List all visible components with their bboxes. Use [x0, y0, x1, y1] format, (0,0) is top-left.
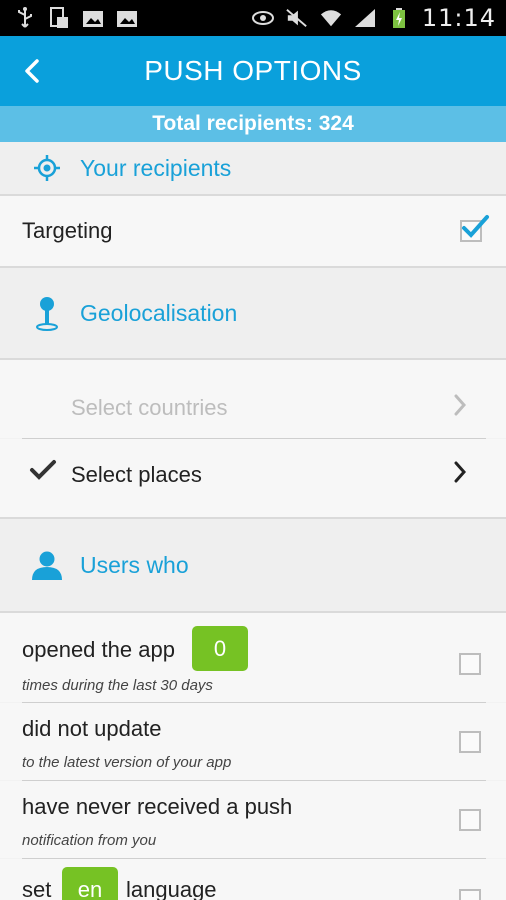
select-places-label: Select places	[71, 462, 202, 487]
condition-row-did-not-update[interactable]: did not update to the latest version of …	[0, 703, 506, 780]
checkmark-icon	[30, 460, 56, 480]
section-title: Users who	[80, 551, 189, 578]
mute-icon	[286, 7, 308, 29]
target-icon	[30, 154, 64, 182]
condition-text: have never received a push	[22, 794, 293, 819]
section-geolocalisation: Geolocalisation	[0, 268, 506, 358]
targeting-row[interactable]: Targeting	[0, 196, 506, 266]
usb-icon	[14, 7, 36, 29]
status-left-icons	[14, 7, 138, 29]
condition-subtext: notification from you	[22, 832, 157, 849]
condition-row-opened-app[interactable]: opened the app 0 times during the last 3…	[0, 613, 506, 702]
select-countries-label: Select countries	[71, 395, 228, 420]
condition-subtext: to the latest version of your app	[22, 754, 232, 771]
back-button[interactable]	[16, 55, 48, 87]
page-title: PUSH OPTIONS	[144, 55, 362, 86]
section-title: Your recipients	[80, 154, 232, 181]
condition-checkbox[interactable]	[459, 653, 481, 675]
condition-checkbox[interactable]	[459, 731, 481, 753]
total-recipients-text: Total recipients: 324	[152, 112, 354, 135]
section-your-recipients: Your recipients	[0, 142, 506, 194]
condition-row-never-received-push[interactable]: have never received a push notification …	[0, 781, 506, 858]
chevron-right-icon	[454, 461, 467, 483]
condition-subtext: times during the last 30 days	[22, 677, 213, 694]
section-users-who: Users who	[0, 519, 506, 611]
image-icon	[82, 7, 104, 29]
user-icon	[30, 550, 64, 580]
map-pin-icon	[30, 295, 64, 331]
status-time: 11:14	[421, 4, 496, 32]
condition-checkbox[interactable]	[459, 809, 481, 831]
condition-text: did not update	[22, 716, 162, 741]
condition-text-suffix: language	[126, 877, 217, 900]
select-countries-row[interactable]: Select countries	[0, 360, 506, 438]
condition-row-set-language[interactable]: set en language	[0, 859, 506, 900]
condition-text: opened the app	[22, 637, 175, 662]
image-icon	[116, 7, 138, 29]
eye-icon	[251, 7, 274, 29]
condition-text: set	[22, 877, 52, 900]
section-title: Geolocalisation	[80, 299, 238, 326]
condition-checkbox[interactable]	[459, 889, 481, 900]
checkmark-icon	[462, 215, 489, 238]
chevron-left-icon	[25, 59, 39, 83]
total-recipients-bar: Total recipients: 324	[0, 106, 506, 142]
screenshot-icon	[48, 7, 70, 29]
status-bar: 11:14	[0, 0, 506, 36]
wifi-icon	[320, 7, 342, 29]
signal-icon	[354, 7, 376, 29]
times-count-field[interactable]: 0	[192, 626, 248, 671]
language-field[interactable]: en	[62, 867, 118, 900]
select-places-row[interactable]: Select places	[0, 439, 506, 517]
targeting-checkbox[interactable]	[460, 215, 489, 242]
battery-charging-icon	[388, 7, 410, 29]
app-bar: PUSH OPTIONS	[0, 36, 506, 106]
targeting-label: Targeting	[22, 218, 113, 243]
chevron-right-icon	[454, 394, 467, 416]
status-right-icons: 11:14	[251, 4, 496, 32]
